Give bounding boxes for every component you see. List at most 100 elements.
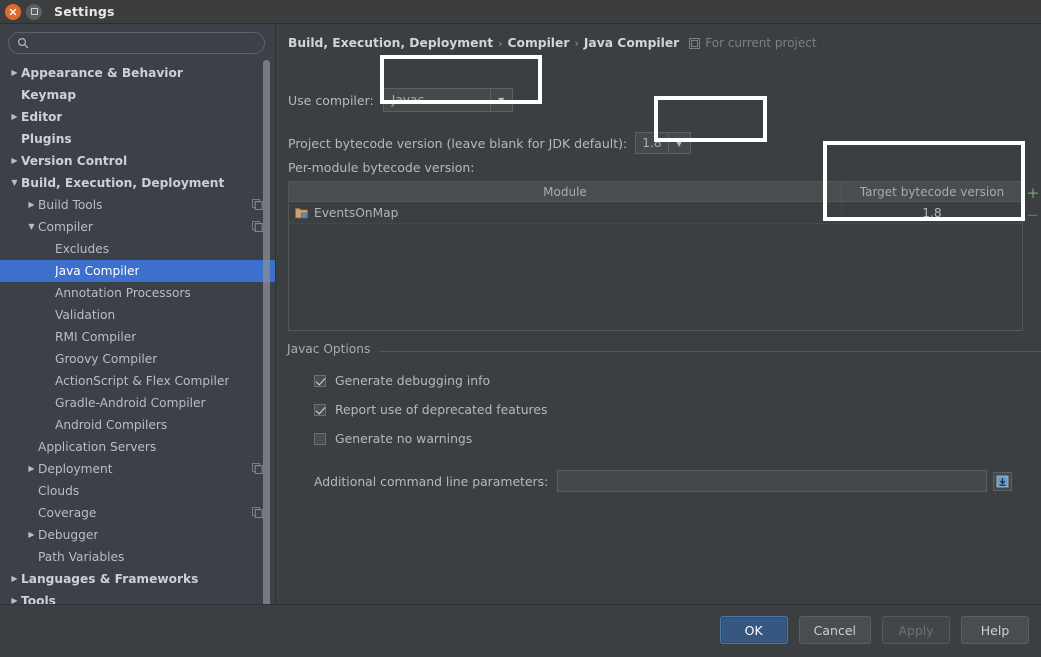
sidebar-item-label: Plugins	[21, 132, 72, 146]
settings-sidebar: ▶ Appearance & Behavior Keymap ▶ Editor Plugi…	[0, 24, 276, 604]
sidebar-item-rmi-compiler[interactable]: RMI Compiler	[0, 326, 275, 348]
sidebar-item-languages-frameworks[interactable]: ▶ Languages & Frameworks	[0, 568, 275, 590]
sidebar-item-groovy-compiler[interactable]: Groovy Compiler	[0, 348, 275, 370]
sidebar-item-compiler[interactable]: ▼ Compiler	[0, 216, 275, 238]
sidebar-item-version-control[interactable]: ▶ Version Control	[0, 150, 275, 172]
checkbox-label: Generate debugging info	[335, 373, 491, 388]
sidebar-item-deployment[interactable]: ▶ Deployment	[0, 458, 275, 480]
column-header-target-bytecode[interactable]: Target bytecode version	[842, 182, 1022, 201]
checkbox-report-deprecated[interactable]: Report use of deprecated features	[314, 402, 547, 417]
sidebar-item-editor[interactable]: ▶ Editor	[0, 106, 275, 128]
sidebar-item-validation[interactable]: Validation	[0, 304, 275, 326]
copy-settings-icon[interactable]	[252, 507, 263, 518]
sidebar-item-build-execution-deployment[interactable]: ▼ Build, Execution, Deployment	[0, 172, 275, 194]
project-scope-label: For current project	[705, 36, 817, 50]
sidebar-item-label: Clouds	[38, 484, 80, 498]
chevron-right-icon[interactable]: ▶	[25, 201, 38, 209]
settings-content-pane: Build, Execution, Deployment › Compiler …	[277, 24, 1041, 604]
project-bytecode-label: Project bytecode version (leave blank fo…	[288, 135, 628, 151]
sidebar-item-label: Deployment	[38, 462, 113, 476]
copy-settings-icon[interactable]	[252, 199, 263, 210]
use-compiler-select[interactable]: Javac ▼	[382, 88, 513, 112]
checkbox-generate-debugging-info[interactable]: Generate debugging info	[314, 373, 490, 388]
use-compiler-row: Use compiler: Javac ▼	[288, 88, 513, 112]
sidebar-item-label: Path Variables	[38, 550, 125, 564]
checkbox-generate-no-warnings[interactable]: Generate no warnings	[314, 431, 472, 446]
javac-options-title: Javac Options	[287, 342, 377, 356]
sidebar-item-excludes[interactable]: Excludes	[0, 238, 275, 260]
sidebar-item-clouds[interactable]: Clouds	[0, 480, 275, 502]
add-module-button[interactable]: +	[1025, 182, 1041, 204]
additional-parameters-label: Additional command line parameters:	[314, 473, 549, 489]
sidebar-item-gradle-android-compiler[interactable]: Gradle-Android Compiler	[0, 392, 275, 414]
sidebar-item-tools[interactable]: ▶ Tools	[0, 590, 275, 604]
sidebar-item-label: Annotation Processors	[55, 286, 191, 300]
project-bytecode-row: Project bytecode version (leave blank fo…	[288, 132, 691, 154]
cell-module-label: EventsOnMap	[314, 205, 399, 220]
search-input[interactable]	[34, 36, 256, 50]
maximize-icon[interactable]	[26, 3, 42, 20]
sidebar-item-java-compiler[interactable]: Java Compiler	[0, 260, 275, 282]
chevron-right-icon[interactable]: ▶	[8, 597, 21, 605]
help-button[interactable]: Help	[961, 616, 1029, 644]
additional-parameters-row: Additional command line parameters:	[314, 470, 1013, 492]
sidebar-item-label: Languages & Frameworks	[21, 572, 199, 586]
checkbox-icon	[314, 403, 326, 416]
chevron-right-icon[interactable]: ▶	[25, 465, 38, 473]
sidebar-scrollbar[interactable]	[263, 60, 270, 604]
sidebar-item-application-servers[interactable]: Application Servers	[0, 436, 275, 458]
sidebar-item-debugger[interactable]: ▶ Debugger	[0, 524, 275, 546]
chevron-down-icon[interactable]: ▼	[8, 179, 21, 187]
settings-dialog: Settings ▶ Appearance & Behavior Keymap ▶ Ed…	[0, 0, 1041, 657]
sidebar-item-label: Keymap	[21, 88, 77, 102]
sidebar-item-coverage[interactable]: Coverage	[0, 502, 275, 524]
sidebar-item-plugins[interactable]: Plugins	[0, 128, 275, 150]
sidebar-item-path-variables[interactable]: Path Variables	[0, 546, 275, 568]
search-box[interactable]	[8, 32, 265, 54]
checkbox-label: Report use of deprecated features	[335, 402, 548, 417]
sidebar-item-keymap[interactable]: Keymap	[0, 84, 275, 106]
chevron-right-icon[interactable]: ▶	[25, 531, 38, 539]
project-bytecode-value: 1.8	[642, 136, 662, 150]
remove-module-button[interactable]: −	[1025, 204, 1041, 226]
chevron-down-icon[interactable]: ▼	[25, 223, 38, 231]
search-container	[0, 24, 275, 60]
breadcrumb-part-1[interactable]: Compiler	[508, 36, 570, 50]
sidebar-item-android-compilers[interactable]: Android Compilers	[0, 414, 275, 436]
breadcrumb-part-2[interactable]: Java Compiler	[584, 36, 679, 50]
chevron-right-icon[interactable]: ▶	[8, 113, 21, 121]
cancel-button[interactable]: Cancel	[798, 616, 871, 644]
column-header-module[interactable]: Module	[289, 182, 842, 201]
additional-parameters-input[interactable]	[557, 470, 988, 492]
chevron-down-icon: ▼	[489, 89, 512, 111]
ok-button[interactable]: OK	[719, 616, 788, 644]
sidebar-item-label: Appearance & Behavior	[21, 66, 183, 80]
sidebar-item-actionscript-flex-compiler[interactable]: ActionScript & Flex Compiler	[0, 370, 275, 392]
project-scope-note: For current project	[689, 36, 817, 50]
chevron-right-icon[interactable]: ▶	[8, 575, 21, 583]
table-row[interactable]: EventsOnMap 1.8	[289, 202, 1022, 224]
expand-editor-icon[interactable]	[993, 471, 1013, 491]
copy-settings-icon[interactable]	[252, 463, 263, 474]
sidebar-item-label: RMI Compiler	[55, 330, 137, 344]
sidebar-item-annotation-processors[interactable]: Annotation Processors	[0, 282, 275, 304]
close-icon[interactable]	[5, 3, 21, 20]
sidebar-item-label: Excludes	[55, 242, 110, 256]
sidebar-item-label: Coverage	[38, 506, 97, 520]
cell-module: EventsOnMap	[289, 202, 842, 223]
cell-target-bytecode[interactable]: 1.8	[842, 202, 1022, 223]
sidebar-item-label: Validation	[55, 308, 116, 322]
sidebar-item-build-tools[interactable]: ▶ Build Tools	[0, 194, 275, 216]
chevron-right-icon[interactable]: ▶	[8, 69, 21, 77]
sidebar-item-appearance-behavior[interactable]: ▶ Appearance & Behavior	[0, 62, 275, 84]
breadcrumb-part-0[interactable]: Build, Execution, Deployment	[288, 36, 493, 50]
project-bytecode-select[interactable]: 1.8 ▼	[635, 132, 691, 154]
sidebar-item-label: ActionScript & Flex Compiler	[55, 374, 230, 388]
sidebar-item-label: Debugger	[38, 528, 99, 542]
breadcrumb: Build, Execution, Deployment › Compiler …	[288, 36, 817, 50]
sidebar-item-label: Build Tools	[38, 198, 103, 212]
checkbox-icon	[314, 374, 326, 387]
chevron-right-icon[interactable]: ▶	[8, 157, 21, 165]
sidebar-item-label: Groovy Compiler	[55, 352, 158, 366]
copy-settings-icon[interactable]	[252, 221, 263, 232]
